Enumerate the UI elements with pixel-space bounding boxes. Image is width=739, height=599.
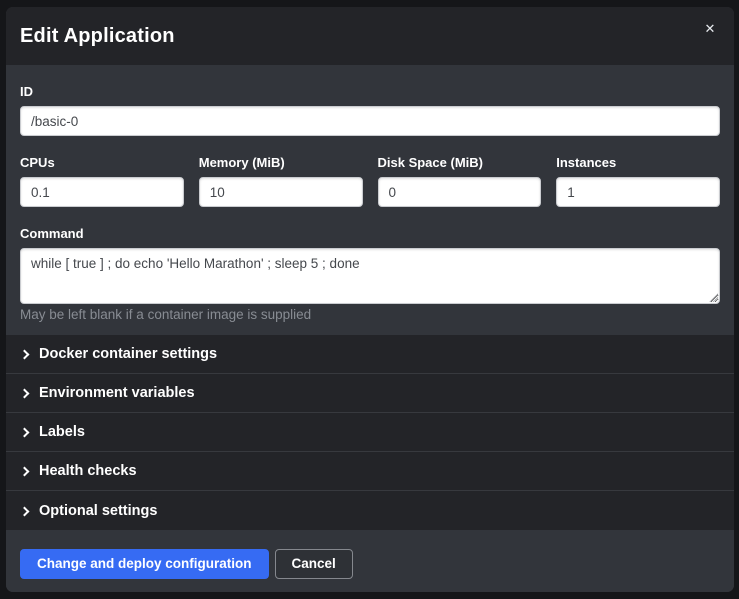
close-icon: ✕ (705, 22, 716, 37)
id-label: ID (20, 85, 720, 99)
disk-field-group: Disk Space (MiB) (378, 156, 542, 207)
page-backdrop: { "colors": { "primary_button": "#366bf3… (0, 0, 739, 599)
id-field-group: ID (20, 85, 720, 136)
cpus-input[interactable] (20, 177, 184, 207)
section-health-checks[interactable]: Health checks (6, 452, 734, 491)
command-textarea[interactable]: while [ true ] ; do echo 'Hello Marathon… (20, 248, 720, 304)
memory-input[interactable] (199, 177, 363, 207)
section-optional-settings[interactable]: Optional settings (6, 491, 734, 530)
chevron-right-icon (20, 350, 30, 360)
modal-title: Edit Application (20, 25, 175, 48)
change-and-deploy-button[interactable]: Change and deploy configuration (20, 549, 269, 579)
section-labels[interactable]: Labels (6, 413, 734, 452)
command-textarea-wrap: while [ true ] ; do echo 'Hello Marathon… (20, 248, 720, 304)
section-label: Docker container settings (39, 346, 217, 362)
instances-field-group: Instances (556, 156, 720, 207)
id-input[interactable] (20, 106, 720, 136)
section-label: Health checks (39, 463, 137, 479)
modal-header: Edit Application ✕ (6, 7, 734, 65)
cancel-button[interactable]: Cancel (275, 549, 353, 579)
command-field-group: Command while [ true ] ; do echo 'Hello … (20, 227, 720, 335)
cpus-field-group: CPUs (20, 156, 184, 207)
section-label: Optional settings (39, 503, 157, 519)
memory-field-group: Memory (MiB) (199, 156, 363, 207)
chevron-right-icon (20, 389, 30, 399)
resources-row: CPUs Memory (MiB) Disk Space (MiB) Insta… (20, 156, 720, 207)
memory-label: Memory (MiB) (199, 156, 363, 170)
modal-footer: Change and deploy configuration Cancel (6, 530, 734, 592)
section-environment-variables[interactable]: Environment variables (6, 374, 734, 413)
instances-label: Instances (556, 156, 720, 170)
disk-label: Disk Space (MiB) (378, 156, 542, 170)
chevron-right-icon (20, 428, 30, 438)
edit-application-modal: Edit Application ✕ ID CPUs Memory (MiB) … (6, 7, 734, 592)
section-docker-container-settings[interactable]: Docker container settings (6, 335, 734, 374)
close-button[interactable]: ✕ (699, 19, 721, 41)
section-label: Labels (39, 424, 85, 440)
command-label: Command (20, 227, 720, 241)
accordion-sections: Docker container settings Environment va… (6, 335, 734, 530)
section-label: Environment variables (39, 385, 195, 401)
disk-input[interactable] (378, 177, 542, 207)
chevron-right-icon (20, 467, 30, 477)
cpus-label: CPUs (20, 156, 184, 170)
chevron-right-icon (20, 506, 30, 516)
command-help-text: May be left blank if a container image i… (20, 308, 720, 335)
instances-input[interactable] (556, 177, 720, 207)
edit-application-form: ID CPUs Memory (MiB) Disk Space (MiB) In… (6, 65, 734, 335)
